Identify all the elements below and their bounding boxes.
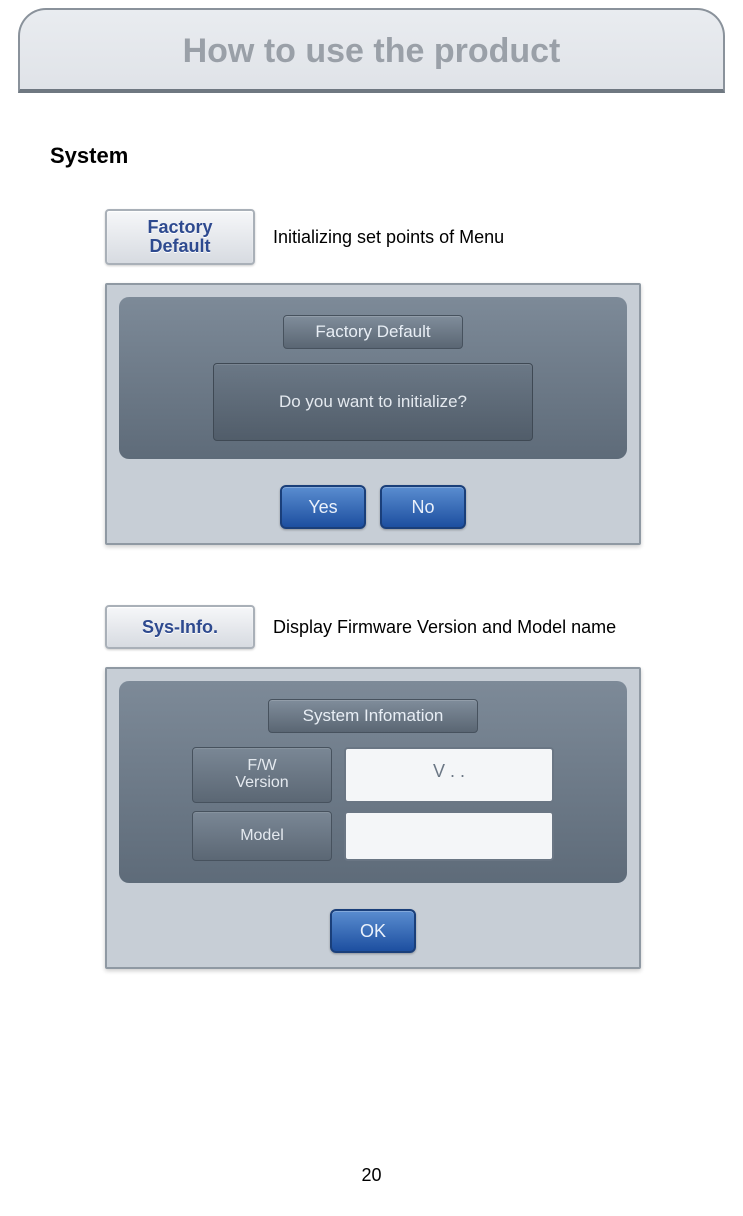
sys-info-description: Display Firmware Version and Model name	[273, 617, 616, 638]
info-row-model: Model	[192, 811, 554, 862]
info-row-fw-version: F/W Version V . .	[192, 747, 554, 803]
ok-button[interactable]: OK	[330, 909, 416, 953]
factory-default-description: Initializing set points of Menu	[273, 227, 504, 248]
model-label: Model	[192, 811, 332, 862]
factory-default-button[interactable]: Factory Default	[105, 209, 255, 265]
fw-version-label: F/W Version	[192, 747, 332, 803]
sys-info-button[interactable]: Sys-Info.	[105, 605, 255, 649]
no-button[interactable]: No	[380, 485, 466, 529]
sys-info-panel-inner: System Infomation F/W Version V . . Mode…	[119, 681, 627, 883]
item-row-sys-info: Sys-Info. Display Firmware Version and M…	[105, 605, 743, 649]
factory-default-button-row: Yes No	[107, 471, 639, 543]
page-header-banner: How to use the product	[18, 8, 725, 93]
model-value	[344, 811, 554, 862]
item-row-factory-default: Factory Default Initializing set points …	[105, 209, 743, 265]
factory-default-dialog-panel: Factory Default Do you want to initializ…	[105, 283, 641, 545]
page-number: 20	[0, 1165, 743, 1186]
fw-version-value: V . .	[344, 747, 554, 803]
sys-info-ok-row: OK	[107, 895, 639, 967]
yes-button[interactable]: Yes	[280, 485, 366, 529]
sys-info-grid: F/W Version V . . Model	[147, 747, 599, 861]
sys-info-panel: System Infomation F/W Version V . . Mode…	[105, 667, 641, 969]
page-title: How to use the product	[20, 32, 723, 71]
sys-info-panel-title: System Infomation	[268, 699, 478, 733]
factory-default-dialog-message: Do you want to initialize?	[213, 363, 533, 441]
factory-default-dialog-title: Factory Default	[283, 315, 463, 349]
section-heading: System	[50, 143, 743, 169]
factory-default-button-label: Factory Default	[147, 218, 212, 256]
sys-info-button-label: Sys-Info.	[142, 618, 218, 637]
factory-default-dialog-inner: Factory Default Do you want to initializ…	[119, 297, 627, 459]
